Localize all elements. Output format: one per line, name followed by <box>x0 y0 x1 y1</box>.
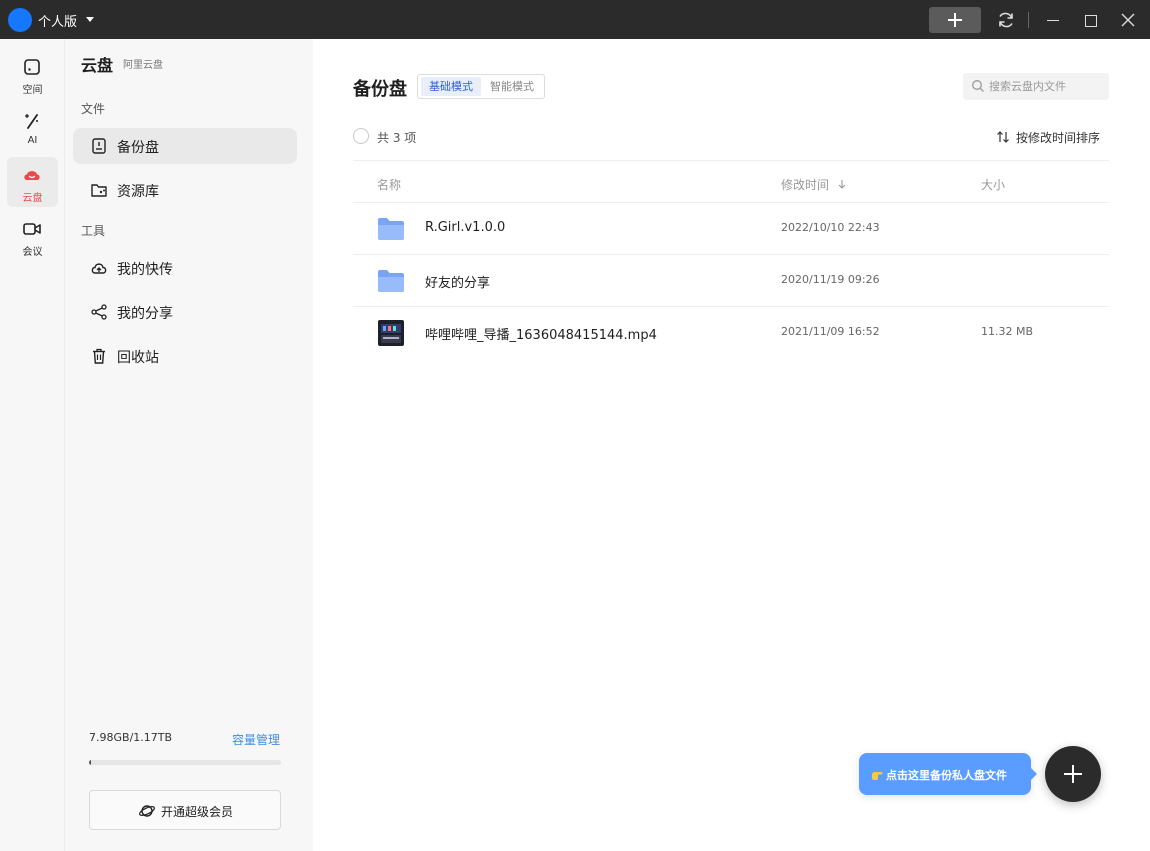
mode-toggle: 基础模式 智能模式 <box>417 74 545 99</box>
new-tab-button[interactable] <box>929 7 981 33</box>
add-fab-button[interactable] <box>1045 746 1101 802</box>
select-all-checkbox[interactable] <box>353 128 369 144</box>
arrow-down-icon <box>837 178 847 192</box>
share-icon <box>90 303 108 321</box>
file-name[interactable]: 好友的分享 <box>425 272 490 291</box>
search-icon <box>971 79 985 93</box>
rail-label: 空间 <box>22 85 43 96</box>
titlebar-divider <box>1028 12 1029 28</box>
column-header-modified-label: 修改时间 <box>781 178 830 192</box>
sidebar-item-my-shares[interactable]: 我的分享 <box>73 294 297 330</box>
rail-item-cloud-drive[interactable]: 云盘 <box>7 157 58 207</box>
sidebar-item-label: 回收站 <box>117 350 159 366</box>
minimize-button[interactable] <box>1043 10 1063 30</box>
column-header-modified[interactable]: 修改时间 <box>781 176 847 193</box>
file-modified: 2020/11/19 09:26 <box>781 273 880 286</box>
sync-icon[interactable] <box>996 10 1016 30</box>
storage-usage: 7.98GB/1.17TB <box>89 731 173 744</box>
file-name[interactable]: 哔哩哔哩_导播_1636048415144.mp4 <box>425 324 657 343</box>
rail-item-ai[interactable]: AI <box>7 103 58 153</box>
sidebar-item-recycle-bin[interactable]: 回收站 <box>73 338 297 374</box>
rail-item-space[interactable]: 空间 <box>7 49 58 99</box>
backup-tip-bubble[interactable]: 点击这里备份私人盘文件 <box>859 753 1037 795</box>
sidebar: 云盘 阿里云盘 文件 备份盘 资源库 工具 我的快传 我的分享 回收站 7.98… <box>65 39 313 851</box>
cloud-drive-icon <box>22 165 42 185</box>
sidebar-item-quick-transfer[interactable]: 我的快传 <box>73 250 297 286</box>
maximize-button[interactable] <box>1080 10 1100 30</box>
cloud-upload-icon <box>90 259 108 277</box>
storage-progress-fill <box>89 760 91 765</box>
rail-item-meeting[interactable]: 会议 <box>7 211 58 261</box>
mode-basic-button[interactable]: 基础模式 <box>421 77 481 96</box>
close-icon <box>1121 13 1135 27</box>
column-header-size[interactable]: 大小 <box>981 176 1005 193</box>
space-icon <box>22 57 42 77</box>
sort-label: 按修改时间排序 <box>1016 131 1101 145</box>
backup-drive-icon <box>90 137 108 155</box>
sidebar-title: 云盘 <box>81 56 114 75</box>
rail-label: 云盘 <box>22 193 43 204</box>
sort-button[interactable]: 按修改时间排序 <box>996 128 1104 146</box>
sidebar-item-label: 备份盘 <box>117 140 159 156</box>
table-row[interactable]: 好友的分享 2020/11/19 09:26 <box>353 255 1109 307</box>
file-modified: 2022/10/10 22:43 <box>781 221 880 234</box>
trash-icon <box>90 347 108 365</box>
upgrade-vip-button[interactable]: 开通超级会员 <box>89 790 281 830</box>
magic-wand-icon <box>22 111 42 131</box>
section-label-files: 文件 <box>81 102 106 116</box>
storage-manage-link[interactable]: 容量管理 <box>232 731 280 748</box>
main-panel: 备份盘 基础模式 智能模式 共 3 项 按修改时间排序 名称 修改时间 大小 R… <box>313 39 1150 851</box>
file-size: 11.32 MB <box>981 325 1034 338</box>
rail-label: 会议 <box>22 247 43 258</box>
search-input[interactable] <box>989 77 1104 96</box>
avatar[interactable] <box>8 8 32 32</box>
planet-icon <box>138 802 156 820</box>
item-count: 共 3 项 <box>377 131 417 145</box>
sidebar-subtitle: 阿里云盘 <box>123 60 163 71</box>
folder-share-icon <box>90 181 108 199</box>
sidebar-item-label: 我的快传 <box>117 262 173 278</box>
rail-label: AI <box>27 135 38 146</box>
search-box <box>963 73 1109 100</box>
section-label-tools: 工具 <box>81 224 106 238</box>
table-row[interactable]: 哔哩哔哩_导播_1636048415144.mp4 2021/11/09 16:… <box>353 307 1109 359</box>
sidebar-item-backup-drive[interactable]: 备份盘 <box>73 128 297 164</box>
mode-smart-button[interactable]: 智能模式 <box>482 77 542 96</box>
sidebar-item-label: 我的分享 <box>117 306 173 322</box>
sidebar-item-resource-library[interactable]: 资源库 <box>73 172 297 208</box>
divider <box>353 160 1109 161</box>
folder-icon <box>377 268 405 294</box>
file-modified: 2021/11/09 16:52 <box>781 325 880 338</box>
video-camera-icon <box>22 219 42 239</box>
edition-switcher[interactable]: 个人版 <box>38 11 77 30</box>
title-bar: 个人版 <box>0 0 1150 39</box>
sidebar-item-label: 资源库 <box>117 184 159 200</box>
upgrade-vip-label: 开通超级会员 <box>161 805 234 819</box>
app-nav-rail: 空间 AI 云盘 会议 <box>0 39 65 851</box>
page-title: 备份盘 <box>353 79 407 100</box>
storage-progress-bar <box>89 760 281 765</box>
folder-icon <box>377 216 405 242</box>
video-thumbnail-icon <box>377 320 405 346</box>
table-row[interactable]: R.Girl.v1.0.0 2022/10/10 22:43 <box>353 203 1109 255</box>
sort-icon <box>996 130 1010 144</box>
caret-down-icon[interactable] <box>86 17 94 22</box>
backup-tip-text: 点击这里备份私人盘文件 <box>886 769 1007 782</box>
column-header-name[interactable]: 名称 <box>377 176 401 193</box>
file-name[interactable]: R.Girl.v1.0.0 <box>425 220 505 235</box>
pointing-hand-icon <box>870 767 884 781</box>
close-button[interactable] <box>1118 10 1138 30</box>
